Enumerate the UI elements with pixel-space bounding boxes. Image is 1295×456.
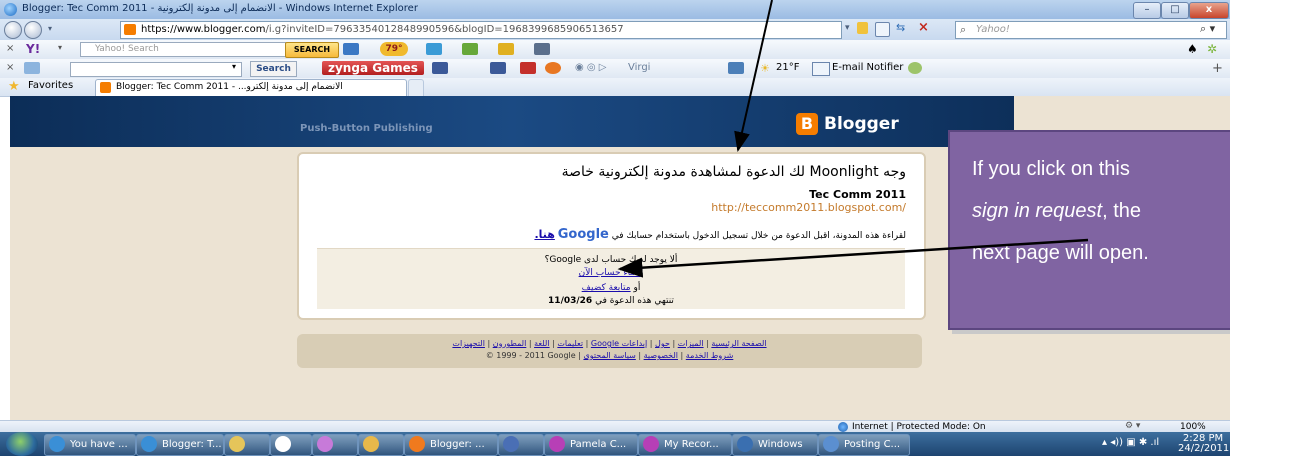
annotation-arrows bbox=[617, 0, 1089, 278]
arrow-to-invite bbox=[734, 0, 773, 152]
arrow-to-signin bbox=[617, 238, 1089, 278]
